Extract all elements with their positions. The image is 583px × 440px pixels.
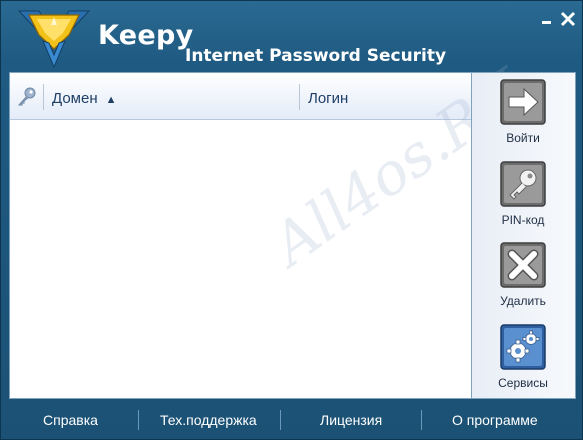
minimize-icon[interactable] (539, 10, 557, 28)
sort-ascending-icon: ▲ (105, 94, 117, 106)
help-link[interactable]: Справка (43, 412, 98, 428)
password-list[interactable]: Домен ▲ Логин All4os.RU (9, 56, 538, 399)
services-button-label: Сервисы (498, 376, 548, 390)
action-panel: Войти PIN-код Удалить Сервисы (472, 72, 576, 399)
column-header-login[interactable]: Логин (308, 90, 348, 107)
column-header-domain[interactable]: Домен ▲ (52, 90, 117, 107)
key-icon (17, 87, 36, 106)
x-delete-icon (500, 242, 546, 288)
arrow-right-icon (500, 79, 546, 125)
app-name: Keepy (98, 20, 194, 51)
pin-code-button[interactable]: PIN-код (472, 161, 574, 227)
footer-divider (138, 410, 139, 430)
key-icon (500, 161, 546, 207)
keepy-logo-icon (17, 10, 91, 69)
app-subtitle: Internet Password Security (185, 46, 447, 66)
pin-code-button-label: PIN-код (501, 213, 545, 227)
app-window: Keepy Internet Password Security Домен ▲ … (0, 0, 583, 440)
delete-button-label: Удалить (500, 294, 546, 308)
close-icon[interactable] (559, 10, 577, 28)
list-header: Домен ▲ Логин (10, 73, 471, 120)
column-label-domain: Домен (52, 90, 98, 107)
login-button-label: Войти (506, 131, 540, 145)
about-link[interactable]: О программе (452, 412, 538, 428)
footer-nav: Справка Тех.поддержка Лицензия О програм… (1, 401, 583, 439)
services-button[interactable]: Сервисы (472, 324, 574, 390)
header-divider (299, 84, 300, 110)
support-link[interactable]: Тех.поддержка (160, 412, 257, 428)
gears-icon (500, 324, 546, 370)
delete-button[interactable]: Удалить (472, 242, 574, 308)
header-divider (43, 84, 44, 110)
login-button[interactable]: Войти (472, 79, 574, 145)
footer-divider (421, 410, 422, 430)
license-link[interactable]: Лицензия (320, 412, 382, 428)
footer-divider (280, 410, 281, 430)
